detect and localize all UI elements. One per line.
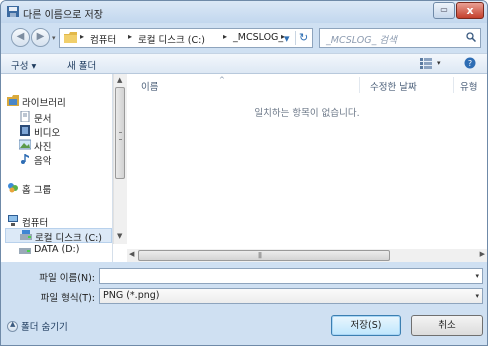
hide-folders-toggle[interactable]: ▲ 폴더 숨기기 (7, 319, 68, 333)
filename-row: 파일 이름(N): ▾ (1, 268, 487, 284)
scrollbar-grip (119, 132, 122, 140)
nav-item-label: 라이브러리 (22, 98, 66, 109)
column-header-name[interactable]: 이름 (141, 79, 158, 93)
column-header-date[interactable]: 수정한 날짜 (370, 79, 417, 93)
scrollbar-thumb[interactable] (115, 87, 125, 179)
filename-label: 파일 이름(N): (39, 273, 95, 284)
folder-icon (64, 32, 77, 43)
nav-item-label: 음악 (34, 156, 52, 167)
column-divider[interactable] (453, 77, 454, 93)
command-toolbar: 구성 ▾ 새 폴더 ▾ ? (1, 53, 487, 74)
save-button[interactable]: 저장(S) (331, 315, 401, 336)
restore-button[interactable]: ▭ (433, 2, 455, 19)
address-dropdown-icon[interactable]: ▾ (284, 32, 290, 45)
file-list: 이름 ^ 수정한 날짜 유형 일치하는 항목이 없습니다. (127, 74, 487, 262)
nav-item-label: 문서 (34, 114, 52, 125)
close-button[interactable]: x (456, 2, 484, 19)
nav-item-documents[interactable]: 문서 (19, 111, 51, 125)
filetype-row: 파일 형식(T): PNG (*.png) ▾ (1, 288, 487, 304)
scrollbar-grip: ||| (258, 252, 262, 259)
filetype-value: PNG (*.png) (103, 290, 160, 301)
filename-input[interactable]: ▾ (99, 268, 483, 284)
help-icon[interactable]: ? (464, 57, 476, 69)
nav-item-computer[interactable]: 컴퓨터 (7, 215, 48, 229)
close-icon: x (466, 4, 474, 17)
drive-icon (19, 248, 31, 254)
breadcrumb-separator-icon[interactable]: ▸ (128, 32, 132, 41)
filename-dropdown-icon[interactable]: ▾ (475, 272, 479, 280)
forward-arrow-icon: ▶ (36, 31, 45, 42)
filetype-label: 파일 형식(T): (40, 293, 95, 304)
nav-item-videos[interactable]: 비디오 (19, 125, 60, 139)
collapse-icon: ▲ (7, 320, 18, 332)
forward-button[interactable]: ▶ (31, 28, 50, 47)
organize-menu[interactable]: 구성 ▾ (11, 58, 36, 72)
window-title: 다른 이름으로 저장 (23, 10, 103, 21)
column-header-type[interactable]: 유형 (460, 79, 477, 93)
nav-item-data-d[interactable]: DATA (D:) (19, 244, 79, 255)
music-icon (21, 154, 29, 164)
breadcrumb-mcslog[interactable]: _MCSLOG_ (233, 32, 283, 43)
nav-pane-scrollbar[interactable]: ▲ ▼ (113, 74, 127, 244)
save-dialog-icon (7, 6, 19, 17)
computer-icon (8, 215, 18, 226)
address-row: ◀ ▶ ▾ ▸ 컴퓨터 ▸ 로컬 디스크 (C:) ▸ _MCSLOG_ ▸ ▾… (1, 23, 487, 53)
sort-up-icon: ^ (219, 76, 225, 84)
search-icon[interactable] (466, 32, 476, 42)
nav-item-label: 홈 그룹 (22, 185, 52, 196)
restore-icon: ▭ (440, 5, 448, 14)
back-arrow-icon: ◀ (16, 31, 25, 42)
browser-content: 라이브러리 문서 비디오 사진 음악 홈 그룹 컴퓨터 로컬 디스크 (C:) … (1, 74, 487, 262)
view-dropdown-icon[interactable]: ▾ (437, 59, 441, 67)
nav-item-homegroup[interactable]: 홈 그룹 (7, 182, 51, 196)
hide-folders-label: 폴더 숨기기 (21, 322, 68, 333)
navigation-pane: 라이브러리 문서 비디오 사진 음악 홈 그룹 컴퓨터 로컬 디스크 (C:) … (1, 74, 113, 262)
pictures-icon (19, 139, 31, 150)
breadcrumb-separator-icon[interactable]: ▸ (80, 32, 84, 41)
breadcrumb-computer[interactable]: 컴퓨터 (90, 32, 116, 46)
scroll-down-icon[interactable]: ▼ (117, 232, 122, 240)
nav-item-label: 로컬 디스크 (C:) (35, 233, 102, 244)
svg-text:?: ? (468, 59, 472, 68)
address-bar[interactable]: ▸ 컴퓨터 ▸ 로컬 디스크 (C:) ▸ _MCSLOG_ ▸ ▾ ↻ (59, 28, 313, 48)
nav-item-pictures[interactable]: 사진 (19, 139, 51, 153)
breadcrumb-separator-icon[interactable]: ▸ (223, 32, 227, 41)
search-placeholder: _MCSLOG_ 검색 (326, 35, 397, 46)
scroll-right-icon[interactable]: ▶ (480, 250, 485, 258)
library-icon (7, 95, 19, 106)
scroll-left-icon[interactable]: ◀ (129, 250, 134, 258)
cancel-button[interactable]: 취소 (411, 315, 483, 336)
title-bar[interactable]: 다른 이름으로 저장 ▭ x (1, 1, 487, 23)
filetype-dropdown-icon[interactable]: ▾ (475, 292, 479, 300)
breadcrumb-local-disk[interactable]: 로컬 디스크 (C:) (138, 32, 205, 46)
documents-icon (20, 111, 30, 122)
nav-item-label: 사진 (34, 142, 52, 153)
scrollbar-thumb[interactable]: ||| (138, 250, 390, 261)
refresh-icon: ↻ (299, 31, 309, 44)
nav-item-libraries[interactable]: 라이브러리 (7, 95, 66, 109)
drive-icon (20, 230, 32, 240)
column-divider[interactable] (359, 77, 360, 93)
view-options-icon[interactable] (420, 58, 432, 69)
homegroup-icon (8, 183, 18, 193)
nav-item-local-disk-c[interactable]: 로컬 디스크 (C:) (5, 228, 112, 244)
scroll-up-icon[interactable]: ▲ (117, 76, 122, 84)
filetype-select[interactable]: PNG (*.png) ▾ (99, 288, 483, 304)
file-list-horizontal-scrollbar[interactable]: ◀ ||| ▶ (127, 249, 487, 262)
new-folder-button[interactable]: 새 폴더 (67, 58, 96, 72)
nav-item-label: DATA (D:) (34, 244, 80, 255)
nav-item-label: 비디오 (34, 128, 61, 139)
empty-folder-message: 일치하는 항목이 없습니다. (254, 108, 360, 119)
nav-item-music[interactable]: 음악 (19, 153, 51, 167)
refresh-button[interactable]: ▾ ↻ (284, 31, 312, 45)
recent-locations-dropdown[interactable]: ▾ (52, 34, 56, 42)
video-icon (20, 125, 30, 136)
search-box[interactable]: _MCSLOG_ 검색 (319, 28, 481, 48)
save-as-dialog: 다른 이름으로 저장 ▭ x ◀ ▶ ▾ ▸ 컴퓨터 ▸ 로컬 디스크 (C:)… (0, 0, 488, 346)
back-button[interactable]: ◀ (11, 28, 30, 47)
